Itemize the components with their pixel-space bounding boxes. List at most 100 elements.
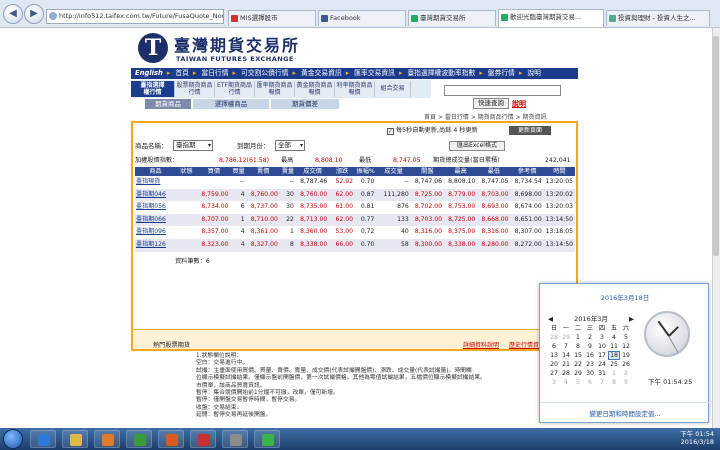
product-link[interactable]: 臺指期066: [135, 213, 176, 227]
subnav-combo[interactable]: 組合交易: [375, 81, 411, 97]
calendar-day[interactable]: 3: [596, 333, 608, 342]
subnav-futures[interactable]: 臺指選擇 權行情: [131, 81, 175, 97]
calendar-day[interactable]: 16: [584, 351, 596, 360]
search-input[interactable]: [444, 85, 561, 96]
calendar-day[interactable]: 2: [584, 333, 596, 342]
column-header[interactable]: 成交價: [295, 167, 330, 176]
back-icon[interactable]: ◀: [3, 4, 23, 24]
ie-taskbar-icon[interactable]: [30, 430, 56, 448]
column-header[interactable]: 參考價: [510, 167, 544, 176]
nav-home[interactable]: 首頁: [171, 68, 192, 79]
tray-clock[interactable]: 下午 01:54 2016/3/18: [678, 430, 714, 446]
column-header[interactable]: 振幅%: [354, 167, 377, 176]
tab-futures[interactable]: 期貨商品: [145, 99, 191, 109]
calendar-day[interactable]: 3: [548, 378, 560, 387]
product-link[interactable]: 臺指期126: [135, 238, 176, 252]
calendar-day[interactable]: 21: [560, 360, 572, 369]
calendar-day[interactable]: 27: [548, 369, 560, 378]
calendar-day[interactable]: 28: [560, 369, 572, 378]
tab-spread[interactable]: 期貨價差: [271, 99, 339, 109]
nav-gold[interactable]: 黃金交易資訊: [297, 68, 345, 79]
nav-today[interactable]: 當日行情: [197, 68, 231, 79]
quick-search-button[interactable]: 快速查詢: [473, 98, 509, 109]
refresh-button[interactable]: 更新頁面: [509, 126, 551, 135]
site-logo[interactable]: T 臺灣期貨交易所 TAIWAN FUTURES EXCHANGE: [130, 30, 570, 70]
calendar-day[interactable]: 7: [560, 342, 572, 351]
subnav-rate[interactable]: 利率期貨商品 報價: [335, 81, 375, 97]
browser-tab-1[interactable]: MIS選擇股市: [228, 10, 316, 26]
nav-after[interactable]: 盤券行情: [484, 68, 518, 79]
nav-fx[interactable]: 匯率交易資訊: [350, 68, 398, 79]
calendar-day[interactable]: 4: [560, 378, 572, 387]
calendar-day[interactable]: 17: [596, 351, 608, 360]
column-header[interactable]: 買價: [197, 167, 231, 176]
subnav-gold[interactable]: 黃金期貨商品 報價: [295, 81, 335, 97]
forward-icon[interactable]: ▶: [24, 4, 44, 24]
start-button[interactable]: [3, 429, 23, 449]
calendar-day[interactable]: 14: [560, 351, 572, 360]
calendar-day[interactable]: 31: [596, 369, 608, 378]
browser-tab-4[interactable]: 歡迎光臨臺灣期貨交易...: [498, 9, 604, 27]
explorer-taskbar-icon[interactable]: [62, 430, 88, 448]
product-link[interactable]: 臺指期046: [135, 188, 176, 202]
product-select[interactable]: 臺指期: [173, 140, 213, 151]
line-taskbar-icon[interactable]: [254, 430, 280, 448]
calendar-day[interactable]: 22: [572, 360, 584, 369]
calendar-day[interactable]: 10: [596, 342, 608, 351]
calendar-day[interactable]: 9: [584, 342, 596, 351]
subnav-fx[interactable]: 匯率期貨商品 報價: [255, 81, 295, 97]
calendar-day[interactable]: 13: [548, 351, 560, 360]
firefox-taskbar-icon[interactable]: [158, 430, 184, 448]
column-header[interactable]: 商品: [135, 167, 176, 176]
subnav-etf[interactable]: ETF期貨商品 行情: [215, 81, 255, 97]
browser-tab-2[interactable]: Facebook: [318, 10, 406, 26]
media-taskbar-icon[interactable]: [94, 430, 120, 448]
calendar-day[interactable]: 1: [572, 333, 584, 342]
subnav-stock-futures[interactable]: 股票期貨商品 行情: [175, 81, 215, 97]
calendar-day[interactable]: 9: [620, 378, 632, 387]
column-header[interactable]: 時間: [543, 167, 575, 176]
calendar-day[interactable]: 5: [620, 333, 632, 342]
calendar-day[interactable]: 25: [608, 360, 620, 369]
export-excel-button[interactable]: 匯出Excel格式: [449, 141, 505, 151]
address-bar[interactable]: http://info512.taifex.com.tw/Future/Fusa…: [46, 9, 224, 24]
column-header[interactable]: 開盤: [410, 167, 444, 176]
calendar-day[interactable]: 1: [608, 369, 620, 378]
calendar-day[interactable]: 20: [548, 360, 560, 369]
calendar-day[interactable]: 6: [584, 378, 596, 387]
calendar-day[interactable]: 8: [608, 378, 620, 387]
product-link[interactable]: 臺指期056: [135, 201, 176, 214]
column-header[interactable]: 漲跌: [329, 167, 355, 176]
calendar-day[interactable]: 7: [596, 378, 608, 387]
nav-vix[interactable]: 臺指選擇權波動率指數: [403, 68, 478, 79]
calendar-day[interactable]: 4: [608, 333, 620, 342]
tab-options[interactable]: 選擇權商品: [193, 99, 269, 109]
nav-help[interactable]: 說明: [523, 68, 544, 79]
product-link[interactable]: 臺指現貨: [135, 176, 176, 189]
change-time-link[interactable]: 變更日期和時間設定值...: [540, 408, 710, 418]
calendar-day[interactable]: 28: [548, 333, 560, 342]
calendar-day[interactable]: 24: [596, 360, 608, 369]
calendar-day[interactable]: 15: [572, 351, 584, 360]
detail-link[interactable]: 詳細資料說明: [463, 340, 499, 349]
chrome-taskbar-icon[interactable]: [126, 430, 152, 448]
calendar-day[interactable]: 8: [572, 342, 584, 351]
nav-bonds[interactable]: 可交割公債行情: [237, 68, 292, 79]
column-header[interactable]: 賣價: [246, 167, 280, 176]
next-month-icon[interactable]: ▶: [629, 314, 634, 324]
calendar-day[interactable]: 26: [620, 360, 632, 369]
product-link[interactable]: 臺指期096: [135, 226, 176, 239]
auto-refresh-checkbox[interactable]: ✓: [387, 128, 394, 135]
calendar-day[interactable]: 11: [608, 342, 620, 351]
browser-tab-3[interactable]: 臺灣期貨交易所: [408, 10, 496, 26]
calendar-day[interactable]: 29: [572, 369, 584, 378]
column-header[interactable]: 最低: [477, 167, 511, 176]
nav-english[interactable]: English: [131, 68, 166, 79]
calendar-day[interactable]: 6: [548, 342, 560, 351]
calendar-day[interactable]: 5: [572, 378, 584, 387]
calendar-day[interactable]: 30: [584, 369, 596, 378]
scrollbar-thumb[interactable]: [713, 36, 719, 256]
calendar-day[interactable]: 18: [608, 351, 620, 360]
calendar-day[interactable]: 12: [620, 342, 632, 351]
column-header[interactable]: 狀態: [175, 167, 198, 176]
